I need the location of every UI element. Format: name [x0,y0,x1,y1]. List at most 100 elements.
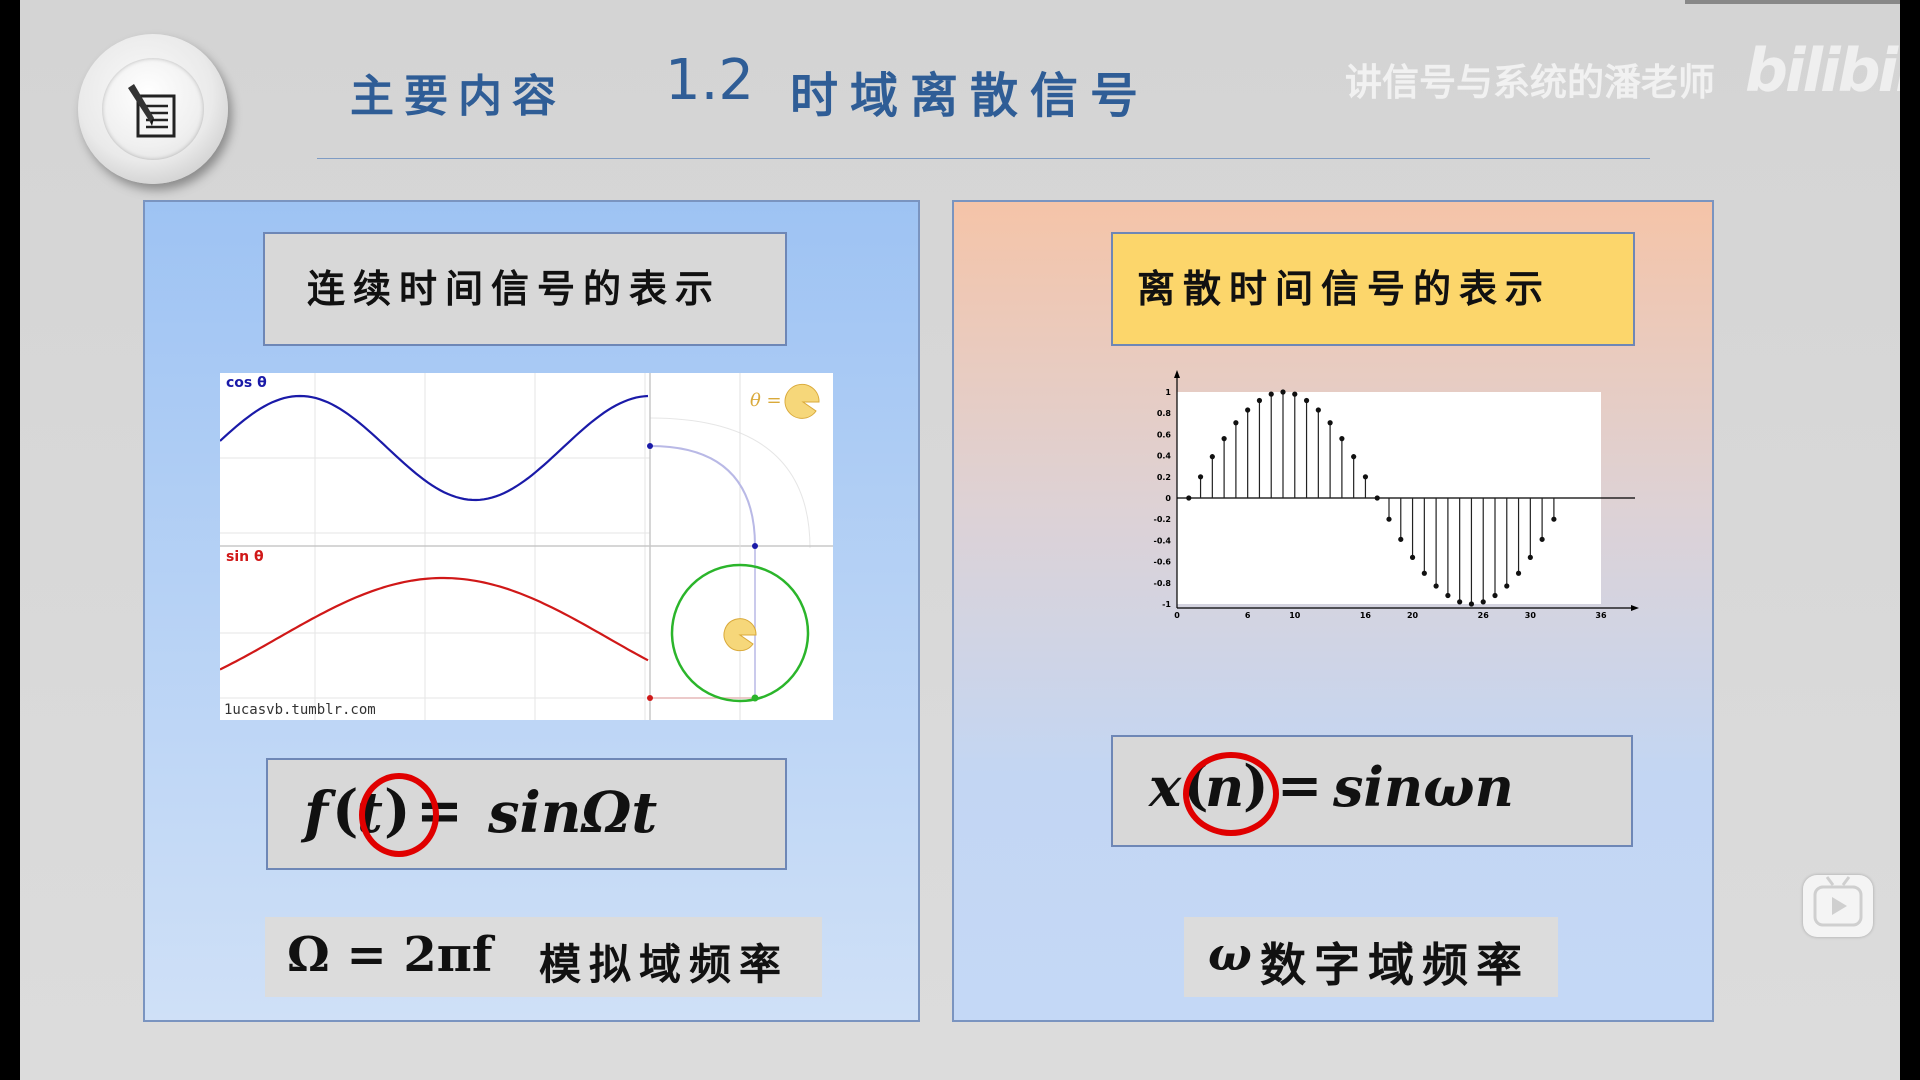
chart-credit: 1ucasvb.tumblr.com [224,702,376,718]
sin-point [647,695,653,701]
analog-frequency-label: Ω = 2πf 模拟域频率 [265,917,822,997]
cos-curve [219,394,649,502]
formula-rhs: sinΩt [488,780,658,846]
y-tick-label: 0 [1165,494,1171,503]
y-tick-label: 1 [1165,388,1171,397]
slide: 主要内容 1.2 时域离散信号 讲信号与系统的潘老师 bilibili 连续时间… [20,0,1900,1080]
highlight-circle-t [359,773,439,857]
stem-point [1245,407,1251,413]
formula-rhs-n: sinωn [1333,755,1514,819]
logo-inner [102,58,204,160]
analog-freq-text: 模拟域频率 [539,940,790,989]
stem-point [1186,495,1192,501]
x-tick-label: 10 [1289,611,1301,620]
logo-badge [78,34,228,184]
discrete-heading: 离散时间信号的表示 [1111,232,1635,346]
y-tick-label: -0.2 [1154,515,1172,524]
watermark-text: 讲信号与系统的潘老师 [1345,61,1715,104]
stem-point [1515,570,1522,576]
stem-point [1468,601,1475,607]
stem-point [1233,420,1239,426]
x-tick-label: 30 [1525,611,1537,620]
stem-point [1398,536,1404,542]
x-tick-label: 36 [1595,611,1607,620]
y-tick-label: 0.6 [1157,430,1172,439]
formula-equals-n: = [1277,753,1323,817]
x-tick-label: 16 [1360,611,1372,620]
stem-point [1315,407,1321,413]
digital-freq-math: ω [1208,927,1252,981]
x-tick-label: 26 [1478,611,1490,620]
x-tick-label: 6 [1245,611,1251,620]
x-axis-arrow [1631,605,1639,611]
stem-point [1527,554,1533,560]
play-button[interactable] [1803,875,1873,937]
section-number: 1.2 [665,48,755,113]
y-axis-arrow [1174,370,1180,378]
stem-point [1504,583,1510,589]
stem-point [1197,474,1204,480]
highlight-circle-n [1183,752,1279,836]
theta-legend-pie-icon [784,383,820,419]
theta-pie-icon [723,618,757,652]
document-pen-icon [128,84,176,138]
stem-point [1457,599,1463,605]
stem-point [1351,454,1357,460]
y-tick-label: -0.8 [1154,579,1172,588]
circle-point [751,694,759,702]
formula-f: f [304,780,329,846]
stem-point [1551,516,1557,522]
stem-point [1209,454,1215,460]
stem-point [1445,592,1451,599]
digital-frequency-label: ω 数字域频率 [1184,917,1558,997]
stem-point [1221,436,1227,442]
stem-point [1303,397,1310,404]
stem-point [1292,391,1298,397]
stem-point [1409,554,1416,560]
y-tick-label: 0.8 [1157,409,1172,418]
y-tick-label: 0.2 [1157,473,1171,482]
stem-point [1433,583,1439,589]
stem-point [1539,536,1545,542]
stem-point [1421,570,1427,576]
sin-curve [219,576,649,671]
theta-label: θ = [750,390,782,411]
stem-point [1256,397,1263,404]
stem-point [1339,436,1345,442]
analog-freq-math: Ω = 2πf [287,927,493,983]
formula-open-paren: ( [332,778,359,844]
cos-sin-animation-chart: cos θ sin θ θ = 1ucasvb.tumblr.com [219,373,833,720]
title-divider [317,158,1650,159]
stem-point [1327,420,1333,426]
continuous-heading: 连续时间信号的表示 [263,232,787,346]
y-tick-label: -1 [1162,600,1171,609]
y-tick-label: -0.6 [1154,558,1172,567]
cos-point [647,443,653,449]
y-tick-label: 0.4 [1157,452,1172,461]
cos-projection-point [752,543,758,549]
continuous-formula: f ( t ) = sinΩt [266,758,787,870]
x-tick-label: 20 [1407,611,1419,620]
cos-arc [649,445,756,547]
digital-freq-text: 数字域频率 [1260,938,1530,992]
stem-point [1480,599,1486,605]
stem-point [1268,391,1274,397]
cos-sin-svg: cos θ sin θ θ = 1ucasvb.tumblr.com [219,373,833,720]
section-title: 时域离散信号 [790,68,1151,124]
stem-svg: 10.80.60.40.20-0.2-0.4-0.6-0.8-10 6 10 16 20… [1154,370,1639,620]
cos-label: cos θ [226,375,267,391]
x-tick-label: 0 [1174,611,1180,620]
discrete-stem-chart: 1 0.8 0.6 0.4 0.2 0 -0.2 -0.4 -0.6 -0.8 -1 0 6 10 16 20… [1135,370,1655,625]
play-icon [1813,876,1863,927]
sin-label: sin θ [226,549,264,565]
formula-x: x [1149,755,1182,819]
bilibili-logo: bilibili [1745,36,1900,106]
top-progress-bar [1685,0,1900,4]
title-prefix: 主要内容 [350,71,566,122]
stem-point [1374,495,1380,501]
stem-point [1492,592,1498,599]
stem-point [1280,389,1286,395]
y-tick-label: -0.4 [1154,536,1172,545]
stem-point [1362,474,1369,480]
stem-point [1386,516,1392,522]
